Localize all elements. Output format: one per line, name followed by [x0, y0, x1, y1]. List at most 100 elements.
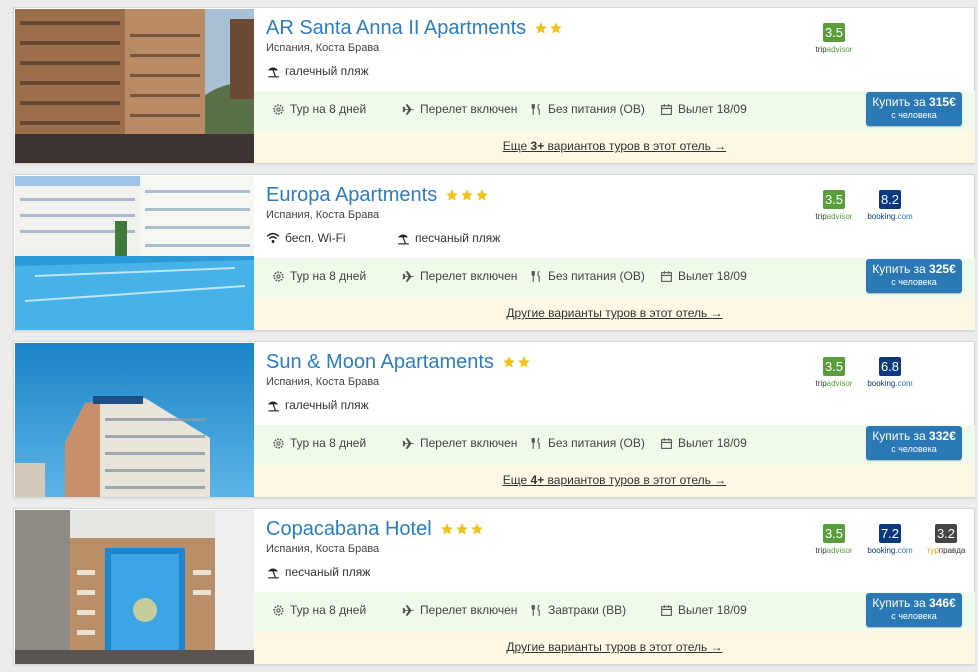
cutlery-icon — [531, 437, 540, 449]
departure-date: Вылет 18/09 — [660, 425, 747, 461]
star-icon — [470, 523, 483, 535]
more-tours-link[interactable]: Еще 3+ вариантов туров в этот отель → — [254, 139, 975, 153]
rating-source: booking.com — [867, 212, 913, 221]
hotel-card: AR Santa Anna II Apartments Испания, Кос… — [13, 7, 975, 164]
more-tours-link[interactable]: Другие варианты туров в этот отель → — [254, 640, 975, 654]
feature-list: галечный пляж — [266, 398, 396, 412]
booking-rating[interactable]: 6.8 booking.com — [866, 357, 914, 388]
feature-list: бесп. Wi-Fi песчаный пляж — [266, 231, 526, 245]
buy-label: Купить за 346€ — [872, 596, 956, 610]
more-options-band: Еще 4+ вариантов туров в этот отель → — [254, 465, 975, 497]
booking-rating[interactable]: 8.2 booking.com — [866, 190, 914, 221]
more-tours-link[interactable]: Еще 4+ вариантов туров в этот отель → — [254, 473, 975, 487]
meal-plan: Без питания (OB) — [530, 258, 645, 294]
rating-score: 8.2 — [879, 190, 901, 209]
flight-info: Перелет включен — [402, 91, 517, 127]
star-rating — [445, 188, 489, 202]
star-rating — [534, 21, 563, 35]
feature-item: галечный пляж — [266, 64, 396, 78]
title-row: Europa Apartments — [266, 182, 489, 208]
feature-label: песчаный пляж — [285, 565, 371, 579]
rating-source: booking.com — [867, 546, 913, 555]
feature-item: песчаный пляж — [396, 231, 526, 245]
gear-icon — [273, 604, 284, 616]
star-icon — [476, 189, 489, 201]
feature-list: галечный пляж — [266, 64, 396, 78]
per-person-label: с человека — [891, 444, 937, 454]
buy-label: Купить за 325€ — [872, 262, 956, 276]
buy-button[interactable]: Купить за 332€ с человека — [866, 426, 962, 460]
flight-info: Перелет включен — [402, 425, 517, 461]
tour-duration: Тур на 8 дней — [272, 91, 366, 127]
rating-score: 3.5 — [823, 23, 845, 42]
hotel-photo[interactable] — [15, 9, 254, 163]
star-icon — [446, 189, 459, 201]
more-tours-link[interactable]: Другие варианты туров в этот отель → — [254, 306, 975, 320]
star-icon — [461, 189, 474, 201]
hotel-photo[interactable] — [15, 176, 254, 330]
star-rating — [440, 522, 484, 536]
rating-source: турправда — [926, 546, 966, 555]
meal-plan: Без питания (OB) — [530, 91, 645, 127]
airplane-icon — [402, 270, 414, 282]
wifi-icon — [266, 232, 280, 243]
star-icon — [550, 22, 562, 34]
hotel-card: Europa Apartments Испания, Коста Брава б… — [13, 174, 975, 331]
title-row: Sun & Moon Apartaments — [266, 349, 531, 375]
gear-icon — [273, 103, 284, 115]
star-icon — [440, 523, 453, 535]
rating-source: tripadvisor — [815, 379, 853, 388]
ratings: 3.5 tripadvisor 8.2 booking.com — [810, 190, 914, 221]
buy-button[interactable]: Купить за 315€ с человека — [866, 92, 962, 126]
ratings: 3.5 tripadvisor — [810, 23, 858, 54]
rating-score: 3.5 — [823, 357, 845, 376]
rating-score: 7.2 — [879, 524, 901, 543]
calendar-icon — [661, 270, 672, 282]
gear-icon — [273, 270, 284, 282]
ratings: 3.5 tripadvisor 6.8 booking.com — [810, 357, 914, 388]
cutlery-icon — [531, 270, 540, 282]
beach-umbrella-icon — [267, 568, 279, 579]
rating-source: tripadvisor — [815, 45, 853, 54]
per-person-label: с человека — [891, 110, 937, 120]
departure-date: Вылет 18/09 — [660, 592, 747, 628]
calendar-icon — [661, 437, 672, 449]
hotel-location: Испания, Коста Брава — [266, 42, 380, 54]
turpravda-rating[interactable]: 3.2 турправда — [922, 524, 970, 555]
tripadvisor-rating[interactable]: 3.5 tripadvisor — [810, 190, 858, 221]
calendar-icon — [661, 103, 672, 115]
hotel-photo[interactable] — [15, 510, 254, 664]
hotel-name-link[interactable]: Copacabana Hotel — [266, 518, 432, 541]
airplane-icon — [402, 437, 414, 449]
hotel-photo[interactable] — [15, 343, 254, 497]
airplane-icon — [402, 103, 414, 115]
per-person-label: с человека — [891, 277, 937, 287]
feature-item: песчаный пляж — [266, 565, 396, 579]
hotel-card: Sun & Moon Apartaments Испания, Коста Бр… — [13, 341, 975, 498]
departure-date: Вылет 18/09 — [660, 91, 747, 127]
rating-score: 3.5 — [823, 524, 845, 543]
title-row: AR Santa Anna II Apartments — [266, 15, 563, 41]
hotel-location: Испания, Коста Брава — [266, 209, 380, 221]
hotel-name-link[interactable]: AR Santa Anna II Apartments — [266, 17, 526, 40]
hotel-name-link[interactable]: Europa Apartments — [266, 184, 437, 207]
calendar-icon — [661, 604, 672, 616]
feature-item: галечный пляж — [266, 398, 396, 412]
booking-rating[interactable]: 7.2 booking.com — [866, 524, 914, 555]
tripadvisor-rating[interactable]: 3.5 tripadvisor — [810, 23, 858, 54]
buy-label: Купить за 315€ — [872, 95, 956, 109]
title-row: Copacabana Hotel — [266, 516, 484, 542]
hotel-name-link[interactable]: Sun & Moon Apartaments — [266, 351, 494, 374]
cutlery-icon — [531, 604, 540, 616]
more-options-band: Другие варианты туров в этот отель → — [254, 632, 975, 664]
rating-source: tripadvisor — [815, 212, 853, 221]
feature-item: бесп. Wi-Fi — [266, 231, 396, 245]
star-icon — [503, 356, 515, 368]
cutlery-icon — [531, 103, 540, 115]
meal-plan: Без питания (OB) — [530, 425, 645, 461]
tour-duration: Тур на 8 дней — [272, 592, 366, 628]
tripadvisor-rating[interactable]: 3.5 tripadvisor — [810, 524, 858, 555]
buy-button[interactable]: Купить за 325€ с человека — [866, 259, 962, 293]
tripadvisor-rating[interactable]: 3.5 tripadvisor — [810, 357, 858, 388]
buy-button[interactable]: Купить за 346€ с человека — [866, 593, 962, 627]
